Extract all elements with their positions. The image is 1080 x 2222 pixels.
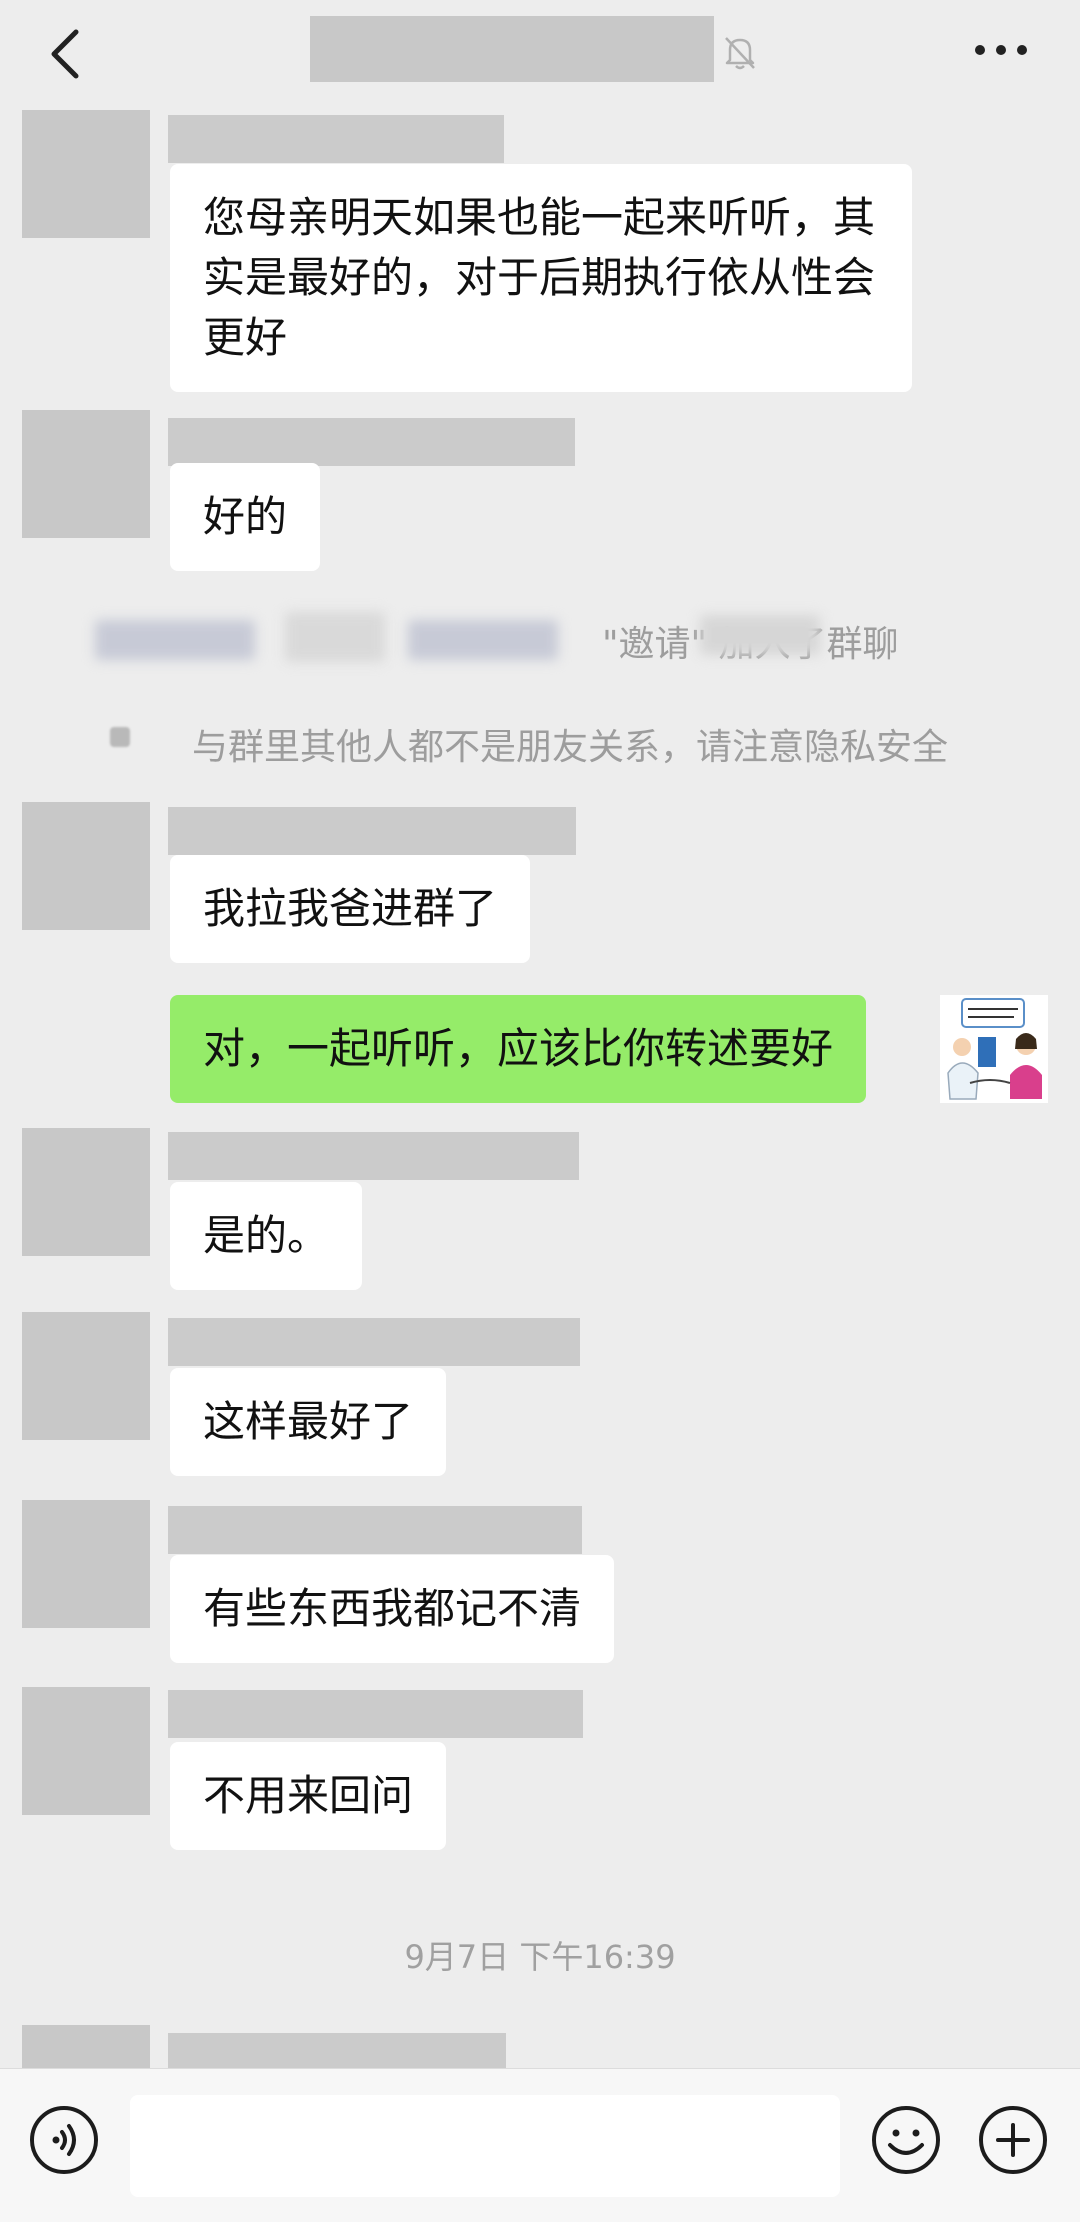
sender-name-redacted [168, 115, 504, 163]
redacted-name [285, 612, 385, 662]
message-text: 有些东西我都记不清 [203, 1584, 582, 1633]
system-notice-privacy: 与群里其他人都不是朋友关系，请注意隐私安全 [192, 727, 949, 768]
avatar[interactable] [22, 110, 150, 238]
message-bubble[interactable]: 您母亲明天如果也能一起来听听，其实是最好的，对于后期执行依从性会更好 [170, 164, 912, 392]
message-bubble[interactable]: 我拉我爸进群了 [170, 855, 531, 963]
redacted-name [700, 615, 820, 655]
message-bubble[interactable]: 不用来回问 [170, 1742, 447, 1850]
sender-name-redacted [168, 807, 576, 855]
chat-title-redacted [310, 16, 714, 82]
avatar[interactable] [22, 802, 150, 930]
avatar[interactable] [22, 1687, 150, 1815]
message-bubble[interactable]: 是的。 [170, 1182, 363, 1290]
sender-name-redacted [168, 1690, 583, 1738]
message-bubble[interactable]: 好的 [170, 463, 321, 571]
bell-off-icon [725, 37, 755, 70]
plus-circle-icon[interactable] [978, 2105, 1048, 2175]
message-text: 对，一起听听，应该比你转述要好 [203, 1024, 834, 1073]
redacted-name [95, 620, 255, 660]
message-text: 是的。 [203, 1211, 330, 1260]
chevron-left-icon[interactable] [40, 24, 100, 84]
message-bubble[interactable]: 这样最好了 [170, 1368, 447, 1476]
avatar[interactable] [22, 410, 150, 538]
message-text: 您母亲明天如果也能一起来听听，其实是最好的，对于后期执行依从性会更好 [203, 193, 876, 362]
sender-name-redacted [168, 1318, 580, 1366]
avatar[interactable] [22, 1500, 150, 1628]
message-bubble[interactable]: 有些东西我都记不清 [170, 1555, 615, 1663]
input-bar [0, 2068, 1080, 2222]
my-message-bubble[interactable]: 对，一起听听，应该比你转述要好 [170, 995, 867, 1103]
avatar[interactable] [22, 1312, 150, 1440]
message-text: 不用来回问 [203, 1771, 414, 1820]
my-avatar[interactable] [940, 995, 1048, 1103]
sender-name-redacted [168, 1506, 582, 1554]
message-input[interactable] [130, 2095, 840, 2197]
voice-icon[interactable] [29, 2105, 99, 2175]
redacted-mark [110, 727, 130, 747]
cartoon-doctor-icon [940, 995, 1048, 1103]
timestamp: 9月7日 下午16:39 [404, 1938, 676, 1976]
avatar[interactable] [22, 1128, 150, 1256]
sender-name-redacted [168, 1132, 579, 1180]
message-text: 我拉我爸进群了 [203, 884, 498, 933]
more-horizontal-icon[interactable] [975, 45, 1027, 59]
redacted-name [408, 620, 558, 660]
sender-name-redacted [168, 418, 575, 466]
message-text: 好的 [203, 492, 288, 541]
chat-header [0, 0, 1080, 112]
emoji-icon[interactable] [871, 2105, 941, 2175]
message-text: 这样最好了 [203, 1397, 414, 1446]
